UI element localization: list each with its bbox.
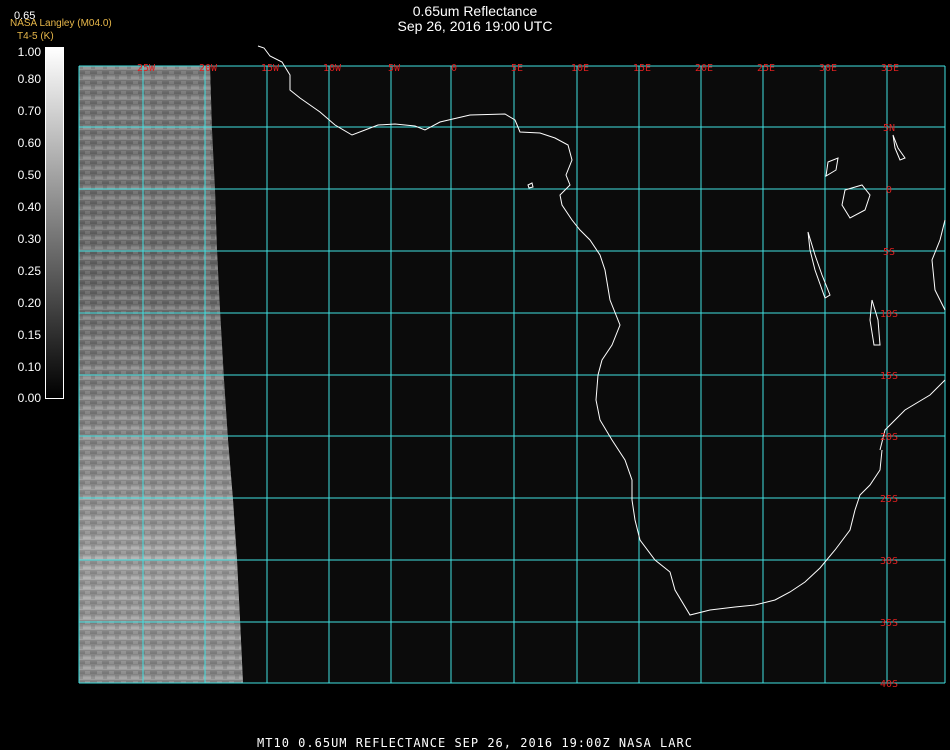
latitude-label: 15S xyxy=(880,371,898,382)
longitude-label: 20E xyxy=(695,63,713,74)
longitude-label: 15W xyxy=(261,63,280,74)
longitude-label: 5E xyxy=(511,63,523,74)
latitude-label: 5S xyxy=(883,247,895,258)
longitude-label: 5W xyxy=(388,63,401,74)
longitude-label: 25E xyxy=(757,63,775,74)
map-canvas: 25W 20W 15W 10W 5W 0 5E 10E 15E 20E 25E 30E 35E 5N 0 5… xyxy=(78,45,946,690)
latitude-label: 20S xyxy=(880,432,898,443)
longitude-label: 10E xyxy=(571,63,589,74)
longitude-label: 20W xyxy=(199,63,218,74)
latitude-label: 0 xyxy=(886,185,892,196)
latitude-label: 30S xyxy=(880,556,898,567)
latitude-label: 5N xyxy=(883,123,895,134)
footer-caption: MT10 0.65UM REFLECTANCE SEP 26, 2016 19:… xyxy=(257,736,693,750)
longitude-label: 10W xyxy=(323,63,342,74)
latitude-label: 10S xyxy=(880,309,898,320)
latitude-label: 35S xyxy=(880,618,898,629)
longitude-label: 0 xyxy=(451,63,457,74)
longitude-label: 25W xyxy=(137,63,156,74)
latitude-label: 40S xyxy=(880,679,898,690)
latitude-label: 25S xyxy=(880,494,898,505)
longitude-label: 15E xyxy=(633,63,651,74)
longitude-label: 30E xyxy=(819,63,837,74)
longitude-label: 35E xyxy=(881,63,899,74)
